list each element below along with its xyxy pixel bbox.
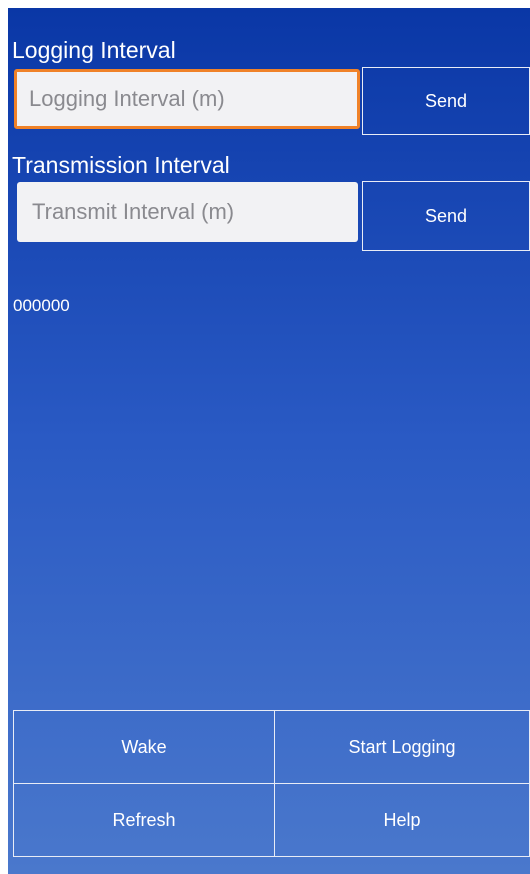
logging-interval-label: Logging Interval (12, 37, 176, 63)
transmit-interval-input[interactable]: Transmit Interval (m) (17, 182, 358, 242)
logging-send-button[interactable]: Send (362, 67, 530, 135)
app-screen: Logging Interval Logging Interval (m) Se… (0, 0, 530, 874)
refresh-button[interactable]: Refresh (13, 783, 275, 857)
status-value: 000000 (13, 296, 70, 315)
transmission-interval-label: Transmission Interval (12, 152, 230, 178)
logging-interval-input[interactable]: Logging Interval (m) (14, 69, 360, 129)
transmission-send-button[interactable]: Send (362, 181, 530, 251)
start-logging-button[interactable]: Start Logging (274, 710, 530, 784)
help-button[interactable]: Help (274, 783, 530, 857)
wake-button[interactable]: Wake (13, 710, 275, 784)
